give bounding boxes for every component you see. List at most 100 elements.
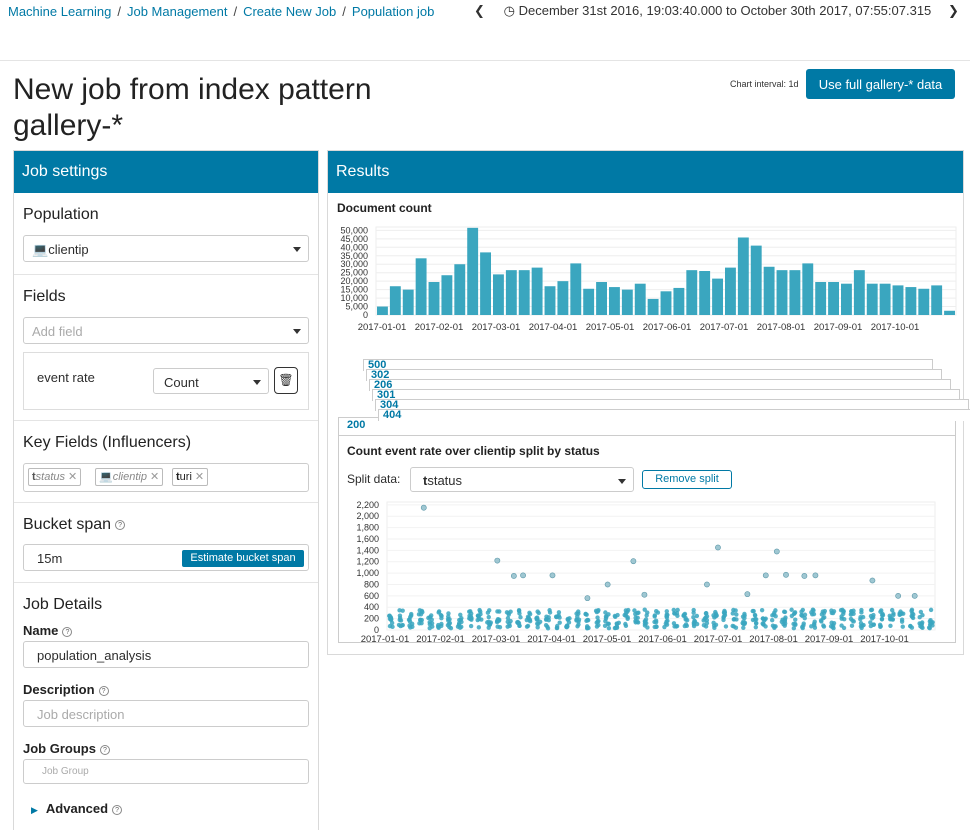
- scatter-point: [409, 613, 414, 618]
- scatter-point: [674, 610, 680, 616]
- close-icon[interactable]: ✕: [150, 471, 159, 483]
- scatter-point: [890, 617, 895, 622]
- time-next-icon[interactable]: ❯: [948, 3, 959, 19]
- scatter-point: [614, 625, 620, 630]
- scatter-point: [791, 611, 797, 617]
- population-select[interactable]: 💻clientip: [23, 235, 309, 262]
- scatter-point: [769, 618, 775, 623]
- scatter-point: [644, 620, 649, 626]
- close-icon[interactable]: ✕: [195, 471, 204, 483]
- bar: [544, 286, 556, 315]
- outlier-point: [494, 557, 501, 564]
- scatter-point: [800, 607, 806, 613]
- scatter-point: [436, 610, 441, 615]
- estimate-bucket-span-button[interactable]: Estimate bucket span: [182, 550, 304, 567]
- function-value: Count: [164, 375, 199, 390]
- scatter-point: [711, 613, 716, 618]
- bar: [570, 263, 582, 315]
- bar: [415, 258, 427, 315]
- scatter-point: [606, 626, 612, 631]
- help-icon[interactable]: ?: [112, 804, 123, 815]
- remove-split-button[interactable]: Remove split: [642, 470, 732, 489]
- time-prev-icon[interactable]: ❮: [474, 3, 488, 19]
- influencers-input[interactable]: tstatus ✕ 💻clientip ✕ turi ✕: [23, 463, 309, 492]
- x-tick-label: 2017-10-01: [860, 634, 909, 643]
- advanced-toggle[interactable]: ▶ Advanced?: [31, 801, 123, 816]
- scatter-point: [565, 617, 570, 622]
- job-groups-input[interactable]: Job Group: [23, 759, 309, 784]
- chevron-down-icon: [618, 479, 626, 484]
- job-groups-placeholder: Job Group: [42, 766, 89, 777]
- add-field-placeholder: Add field: [32, 324, 83, 339]
- x-tick-label: 2017-07-01: [694, 634, 743, 643]
- x-tick-label: 2017-03-01: [472, 634, 521, 643]
- split-field-value: status: [427, 473, 463, 488]
- function-select[interactable]: Count: [153, 368, 269, 394]
- scatter-point: [478, 609, 483, 614]
- scatter-point: [508, 618, 513, 624]
- x-tick-label: 2017-02-01: [415, 322, 464, 333]
- population-section: Population 💻clientip: [14, 193, 318, 275]
- scatter-point: [820, 609, 826, 614]
- scatter-point: [721, 617, 726, 623]
- split-data-select[interactable]: tstatus: [410, 467, 634, 492]
- bar: [866, 283, 878, 315]
- breadcrumb-job-management[interactable]: Job Management: [127, 4, 227, 19]
- scatter-point: [704, 614, 710, 619]
- scatter-point: [633, 615, 638, 620]
- breadcrumb-ml[interactable]: Machine Learning: [8, 4, 111, 19]
- scatter-point: [397, 615, 403, 621]
- y-tick-label: 1,400: [356, 545, 379, 555]
- help-icon[interactable]: ?: [62, 626, 73, 637]
- scatter-point: [615, 612, 620, 618]
- bar: [505, 270, 517, 315]
- add-field-select[interactable]: Add field: [23, 317, 309, 344]
- time-picker: ❮ ◷ December 31st 2016, 19:03:40.000 to …: [474, 3, 931, 19]
- split-card-tab[interactable]: 404: [378, 409, 970, 421]
- scatter-point: [781, 609, 787, 614]
- use-full-data-button[interactable]: Use full gallery-* data: [806, 69, 955, 99]
- scatter-point: [711, 623, 717, 628]
- bucket-span-input[interactable]: 15m Estimate bucket span: [23, 544, 309, 571]
- scatter-point: [574, 618, 579, 623]
- x-tick-label: 2017-09-01: [814, 322, 863, 333]
- description-label: Description?: [23, 682, 109, 697]
- scatter-point: [741, 625, 746, 630]
- bar: [789, 270, 801, 315]
- scatter-point: [759, 607, 765, 613]
- scatter-point: [594, 624, 600, 629]
- clock-icon: ◷: [503, 3, 515, 18]
- scatter-point: [516, 608, 522, 613]
- bar: [647, 298, 659, 315]
- scatter-point: [783, 615, 788, 620]
- breadcrumb-population-job[interactable]: Population job: [352, 4, 434, 19]
- outlier-point: [762, 572, 769, 579]
- outlier-point: [869, 577, 876, 584]
- scatter-point: [594, 609, 600, 615]
- time-range[interactable]: December 31st 2016, 19:03:40.000 to Octo…: [519, 3, 932, 18]
- bar: [428, 282, 440, 315]
- close-icon[interactable]: ✕: [68, 471, 77, 483]
- scatter-point: [576, 622, 581, 627]
- bar: [699, 271, 711, 315]
- scatter-point: [754, 620, 759, 626]
- x-tick-label: 2017-01-01: [361, 634, 410, 643]
- help-icon[interactable]: ?: [98, 685, 109, 696]
- chevron-down-icon: [293, 329, 301, 334]
- scatter-point: [908, 623, 913, 629]
- breadcrumb-create-new-job[interactable]: Create New Job: [243, 4, 336, 19]
- chart-interval-label: Chart interval: 1d: [730, 79, 799, 89]
- field-detector-card: event rate Count 🗑: [23, 352, 309, 410]
- results-panel: Results Document count 0 5,000 10,000 15,00…: [327, 150, 970, 655]
- help-icon[interactable]: ?: [99, 744, 110, 755]
- x-tick-label: 2017-06-01: [643, 322, 692, 333]
- help-icon[interactable]: ?: [115, 519, 126, 530]
- delete-field-button[interactable]: 🗑: [274, 367, 298, 394]
- x-tick-label: 2017-09-01: [805, 634, 854, 643]
- outlier-point: [773, 548, 780, 555]
- name-input[interactable]: population_analysis: [23, 641, 309, 668]
- bar: [944, 310, 955, 315]
- scatter-point: [595, 619, 600, 625]
- scatter-point: [868, 613, 874, 619]
- description-input[interactable]: Job description: [23, 700, 309, 727]
